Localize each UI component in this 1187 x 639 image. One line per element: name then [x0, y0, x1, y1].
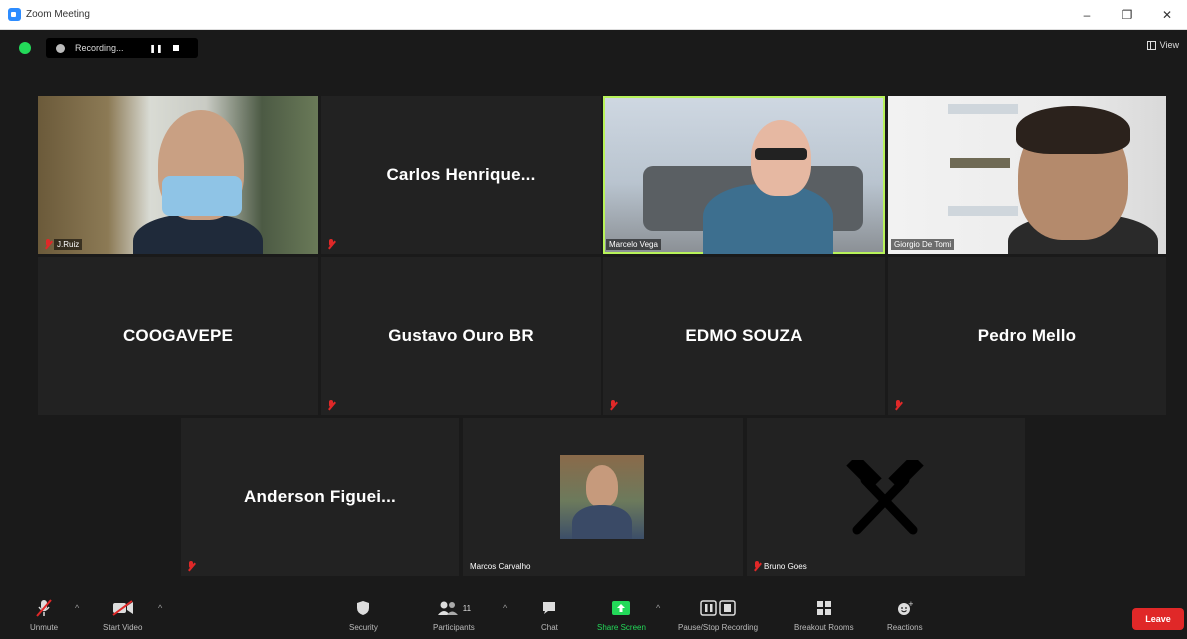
participant-name: Pedro Mello	[977, 326, 1077, 345]
participant-name: Gustavo Ouro BR	[388, 326, 534, 345]
security-button[interactable]: Security	[349, 599, 378, 632]
pause-recording-icon[interactable]: ❚❚	[147, 42, 165, 54]
participant-tile-edmo[interactable]: EDMO SOUZA	[603, 257, 885, 415]
participants-icon: 11	[437, 599, 471, 617]
muted-mic-icon	[44, 239, 53, 250]
participant-tile-bruno[interactable]: Bruno Goes	[747, 418, 1025, 576]
recording-dot-icon	[56, 43, 65, 53]
participant-hair	[1016, 106, 1130, 154]
reactions-button[interactable]: + Reactions	[887, 599, 923, 632]
participant-name-tag: Bruno Goes	[764, 562, 807, 571]
participant-tile-gustavo[interactable]: Gustavo Ouro BR	[321, 257, 601, 415]
participants-label: Participants	[433, 623, 475, 632]
share-screen-icon	[611, 599, 631, 617]
muted-microphone-icon	[36, 599, 52, 617]
recording-indicator: Recording... ❚❚	[46, 38, 198, 58]
shield-icon	[356, 599, 370, 617]
leave-button[interactable]: Leave	[1132, 608, 1184, 630]
maximize-button[interactable]: ❐	[1107, 0, 1147, 30]
window-title: Zoom Meeting	[26, 9, 90, 20]
start-video-button[interactable]: Start Video	[103, 599, 142, 632]
participants-button[interactable]: 11 Participants	[433, 599, 475, 632]
pause-stop-recording-label: Pause/Stop Recording	[678, 623, 759, 632]
muted-mic-icon	[894, 400, 903, 411]
participant-name: COOGAVEPE	[122, 326, 234, 345]
security-label: Security	[349, 623, 378, 632]
participant-tile-pedro[interactable]: Pedro Mello	[888, 257, 1166, 415]
zoom-app-icon	[8, 8, 21, 21]
encryption-shield-icon[interactable]	[19, 42, 31, 54]
backdrop-logo	[950, 158, 1010, 168]
participant-video-body	[133, 214, 263, 254]
unmute-button[interactable]: Unmute	[30, 599, 58, 632]
muted-mic-icon	[327, 239, 336, 250]
share-screen-label: Share Screen	[597, 623, 646, 632]
participant-tile-marcelo[interactable]: Marcelo Vega	[603, 96, 885, 254]
share-screen-button[interactable]: Share Screen	[597, 599, 646, 632]
view-label: View	[1159, 40, 1179, 50]
participant-tile-carlos[interactable]: Carlos Henrique...	[321, 96, 601, 254]
pause-stop-recording-button[interactable]: Pause/Stop Recording	[678, 599, 758, 632]
chat-bubble-icon	[541, 599, 557, 617]
participant-name-tag: J.Ruiz	[54, 239, 83, 250]
pause-stop-icon	[700, 599, 736, 617]
participant-name: Carlos Henrique...	[386, 165, 536, 184]
sunglasses	[755, 148, 807, 160]
reactions-label: Reactions	[887, 623, 923, 632]
meeting-toolbar: Unmute ^ Start Video ^ Security 11 Parti…	[0, 593, 1187, 639]
view-grid-icon	[1146, 40, 1156, 50]
participants-count: 11	[462, 603, 472, 613]
participant-tile-coogavepe[interactable]: COOGAVEPE	[38, 257, 318, 415]
share-options-caret-icon[interactable]: ^	[656, 603, 660, 613]
participants-options-caret-icon[interactable]: ^	[503, 603, 507, 613]
crossed-hammers-icon	[846, 460, 924, 535]
backdrop-logo	[948, 206, 1018, 216]
chat-label: Chat	[541, 623, 558, 632]
participant-name: EDMO SOUZA	[685, 326, 803, 345]
participant-name-tag: Marcos Carvalho	[470, 562, 531, 571]
minimize-button[interactable]: –	[1067, 0, 1107, 30]
close-button[interactable]: ✕	[1147, 0, 1187, 30]
participant-tile-jruiz[interactable]: J.Ruiz	[38, 96, 318, 254]
profile-face	[586, 465, 618, 507]
window-titlebar: Zoom Meeting – ❐ ✕	[0, 0, 1187, 30]
unmute-label: Unmute	[30, 623, 59, 632]
participant-name-tag: Giorgio De Tomi	[891, 239, 955, 250]
video-off-icon	[112, 599, 134, 617]
muted-mic-icon	[327, 400, 336, 411]
stop-recording-icon[interactable]	[167, 42, 185, 54]
participant-name: Anderson Figuei...	[244, 487, 396, 506]
breakout-rooms-icon	[816, 599, 832, 617]
video-options-caret-icon[interactable]: ^	[158, 603, 162, 613]
participant-tile-marcos[interactable]: Marcos Carvalho	[463, 418, 743, 576]
muted-mic-icon	[609, 400, 618, 411]
meeting-topbar: Recording... ❚❚ View	[0, 30, 1187, 64]
participant-tile-anderson[interactable]: Anderson Figuei...	[181, 418, 459, 576]
start-video-label: Start Video	[103, 623, 143, 632]
muted-mic-icon	[187, 561, 196, 572]
face-mask	[162, 176, 242, 216]
participant-tile-giorgio[interactable]: Giorgio De Tomi	[888, 96, 1166, 254]
svg-text:+: +	[908, 600, 913, 608]
breakout-rooms-label: Breakout Rooms	[794, 623, 854, 632]
chat-button[interactable]: Chat	[541, 599, 558, 632]
participant-name-tag: Marcelo Vega	[606, 239, 661, 250]
meeting-area: Recording... ❚❚ View J.Ruiz Carlos Henri…	[0, 30, 1187, 639]
audio-options-caret-icon[interactable]: ^	[75, 603, 79, 613]
profile-picture	[560, 455, 644, 539]
view-button[interactable]: View	[1146, 40, 1179, 50]
profile-body	[572, 505, 632, 539]
backdrop-logo	[948, 104, 1018, 114]
breakout-rooms-button[interactable]: Breakout Rooms	[794, 599, 854, 632]
reactions-smiley-icon: +	[897, 599, 913, 617]
recording-status: Recording...	[75, 43, 124, 53]
